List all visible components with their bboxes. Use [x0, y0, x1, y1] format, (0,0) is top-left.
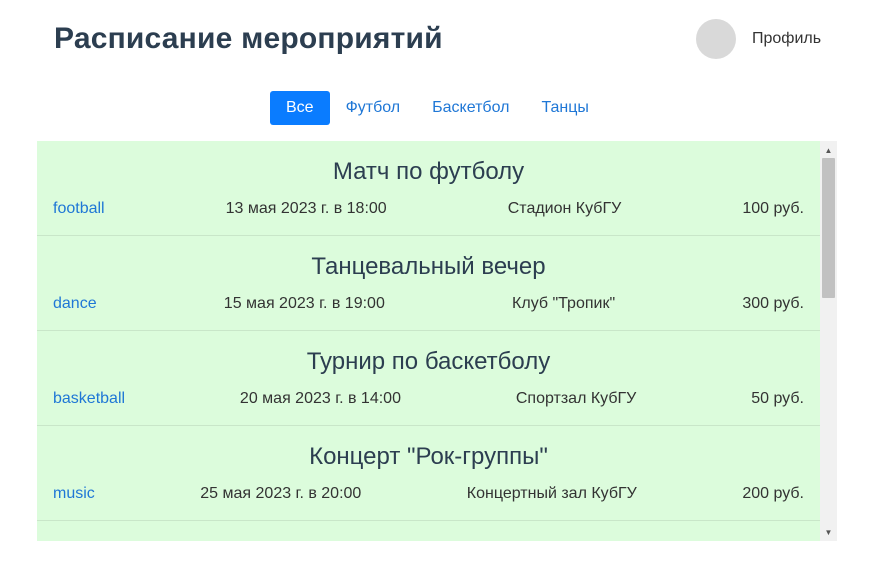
tab-dance[interactable]: Танцы — [525, 91, 604, 125]
event-title: Танцевальный вечер — [311, 253, 546, 280]
scroll-down-arrow-icon[interactable]: ▼ — [820, 525, 837, 539]
event-card[interactable]: Концерт "Рок-группы" music 25 мая 2023 г… — [37, 426, 820, 521]
event-card[interactable]: Матч по футболу football 13 мая 2023 г. … — [37, 141, 820, 236]
event-card[interactable]: Танцевальный вечер dance 15 мая 2023 г. … — [37, 236, 820, 331]
event-details: football 13 мая 2023 г. в 18:00 Стадион … — [53, 200, 804, 218]
tab-football[interactable]: Футбол — [330, 91, 417, 125]
event-date: 15 мая 2023 г. в 19:00 — [223, 295, 385, 312]
event-details: basketball 20 мая 2023 г. в 14:00 Спортз… — [53, 390, 804, 408]
event-tag-link[interactable]: dance — [53, 295, 97, 313]
event-price: 300 руб. — [742, 295, 804, 312]
event-date: 20 мая 2023 г. в 14:00 — [239, 390, 401, 407]
events-panel: Матч по футболу football 13 мая 2023 г. … — [37, 141, 837, 541]
event-title: Матч по футболу — [332, 158, 525, 185]
event-place: Стадион КубГУ — [507, 200, 622, 217]
event-place: Концертный зал КубГУ — [466, 485, 637, 502]
category-tabs: Все Футбол Баскетбол Танцы — [270, 91, 605, 125]
event-tag-link[interactable]: basketball — [53, 390, 125, 408]
avatar[interactable] — [696, 19, 736, 59]
event-date: 25 мая 2023 г. в 20:00 — [200, 485, 362, 502]
tab-basketball[interactable]: Баскетбол — [416, 91, 525, 125]
tab-all[interactable]: Все — [270, 91, 330, 125]
event-title: Концерт "Рок-группы" — [309, 443, 548, 470]
scroll-thumb[interactable] — [822, 158, 835, 298]
page-header: Расписание мероприятий Профиль — [0, 0, 885, 80]
event-details: dance 15 мая 2023 г. в 19:00 Клуб "Тропи… — [53, 295, 804, 313]
events-scrollbar[interactable]: ▲ ▼ — [820, 141, 837, 541]
event-price: 100 руб. — [742, 200, 804, 217]
scroll-up-arrow-icon[interactable]: ▲ — [820, 143, 837, 157]
event-place: Клуб "Тропик" — [512, 295, 616, 312]
profile-link[interactable]: Профиль — [752, 30, 821, 48]
event-date: 13 мая 2023 г. в 18:00 — [225, 200, 387, 217]
event-tag-link[interactable]: music — [53, 485, 95, 503]
event-price: 200 руб. — [742, 485, 804, 502]
event-price: 50 руб. — [751, 390, 804, 407]
event-tag-link[interactable]: football — [53, 200, 105, 218]
event-place: Спортзал КубГУ — [515, 390, 637, 407]
events-list: Матч по футболу football 13 мая 2023 г. … — [37, 141, 820, 521]
event-card[interactable]: Турнир по баскетболу basketball 20 мая 2… — [37, 331, 820, 426]
page-title: Расписание мероприятий — [54, 22, 443, 55]
event-title: Турнир по баскетболу — [306, 348, 551, 375]
event-details: music 25 мая 2023 г. в 20:00 Концертный … — [53, 485, 804, 503]
